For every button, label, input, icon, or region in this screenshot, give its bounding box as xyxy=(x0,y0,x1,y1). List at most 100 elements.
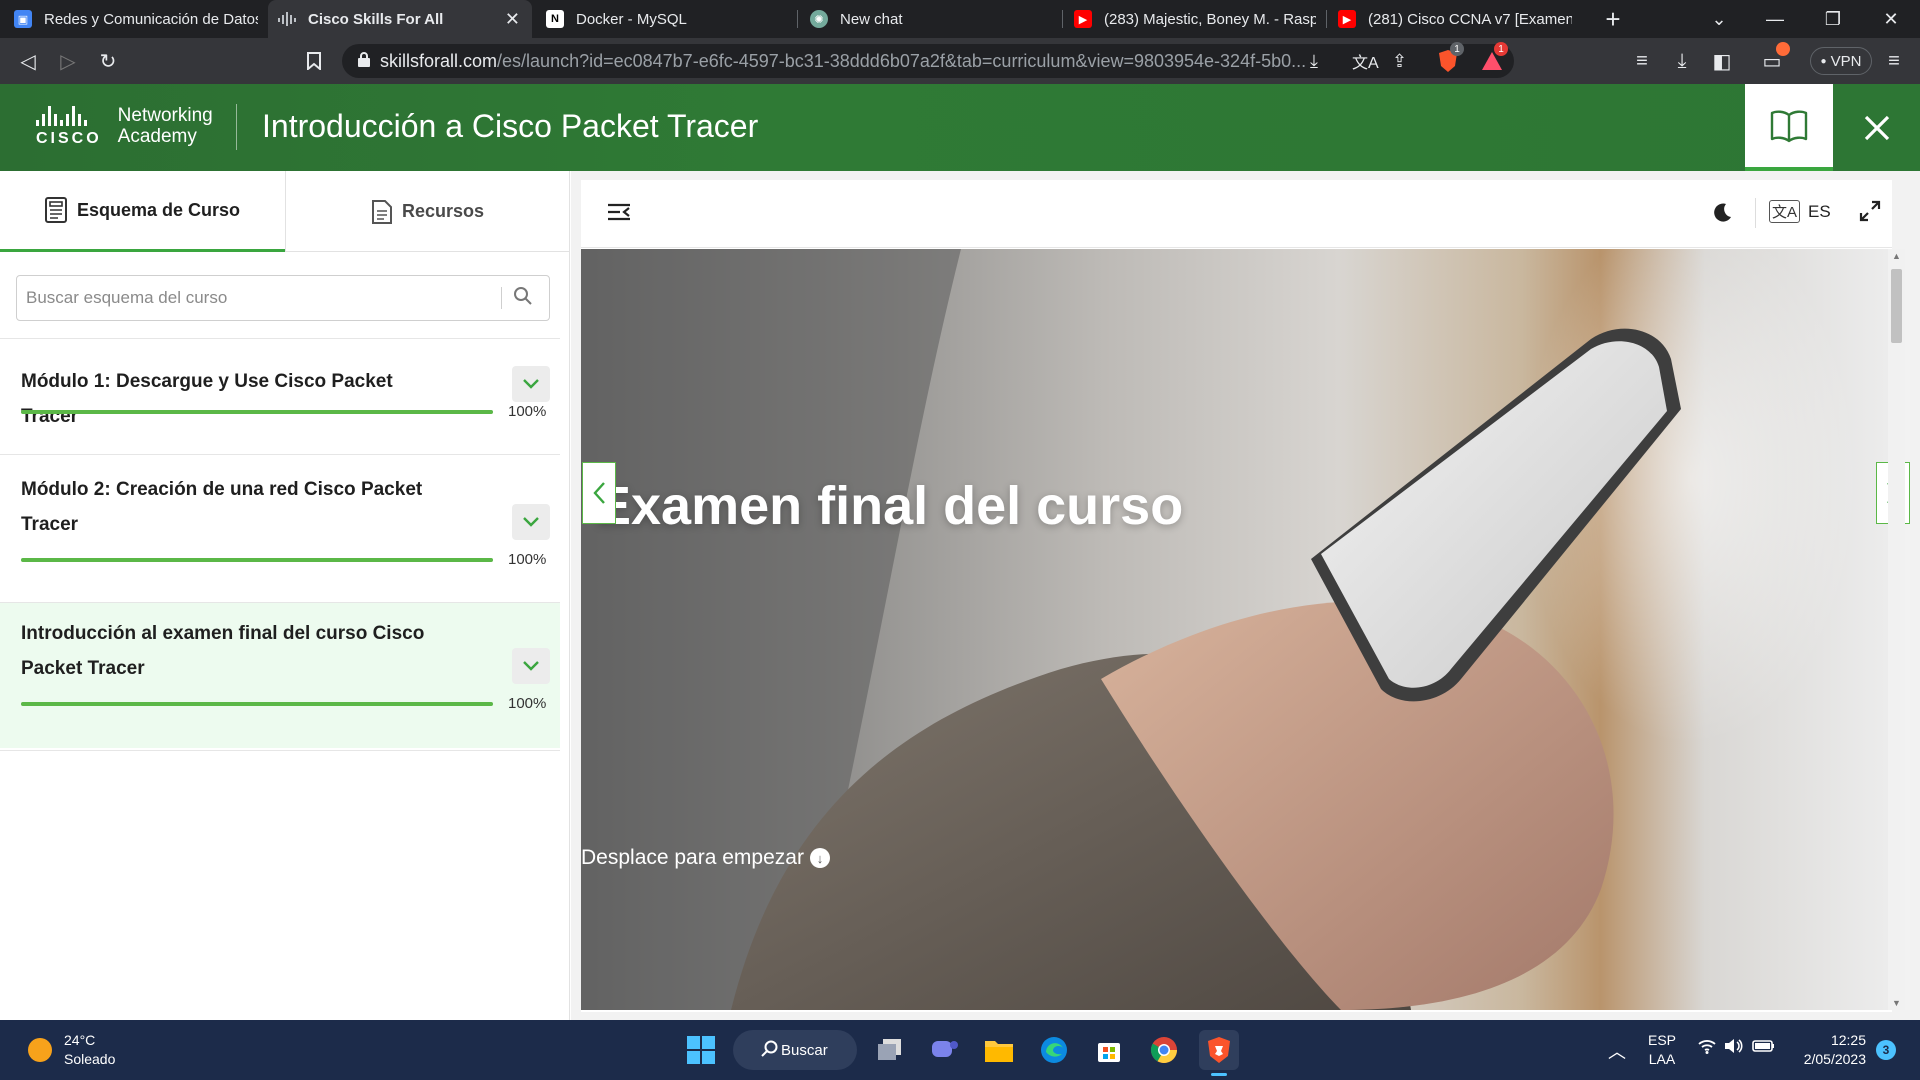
previous-page-button[interactable] xyxy=(582,462,616,524)
chrome-browser-icon[interactable] xyxy=(1144,1030,1184,1070)
search-icon[interactable] xyxy=(513,286,533,311)
browser-tab[interactable]: N Docker - MySQL xyxy=(536,0,794,38)
outline-search xyxy=(16,275,550,321)
weather-widget[interactable]: 24°C Soleado xyxy=(64,1031,115,1069)
search-divider xyxy=(501,287,502,309)
expand-module-button[interactable] xyxy=(512,648,550,684)
content-scrollbar[interactable]: ▲ ▼ xyxy=(1888,249,1905,1010)
battery-charging-icon[interactable] xyxy=(1752,1038,1776,1059)
scrollbar-thumb[interactable] xyxy=(1891,269,1902,343)
shield-count-badge: 1 xyxy=(1450,42,1464,56)
browser-tab[interactable]: ▶ (283) Majestic, Boney M. - Rasputin xyxy=(1064,0,1326,38)
expand-module-button[interactable] xyxy=(512,504,550,540)
module-title: Módulo 1: Descargue y Use Cisco Packet T… xyxy=(21,371,393,427)
back-icon[interactable]: ◁ xyxy=(12,38,44,84)
vpn-button[interactable]: ● VPN xyxy=(1810,47,1872,75)
media-queue-icon[interactable]: ≡ xyxy=(1626,38,1658,84)
tab-resources[interactable]: Recursos xyxy=(285,171,570,252)
downloads-icon[interactable]: ⤓ xyxy=(1666,38,1698,84)
networking-academy-text: Networking Academy xyxy=(118,105,213,147)
brave-shield-icon[interactable]: 1 xyxy=(1432,38,1464,84)
module-progress-fill xyxy=(21,558,493,562)
expand-fullscreen-icon[interactable] xyxy=(1859,200,1881,227)
scroll-to-start-hint[interactable]: Desplace para empezar ↓ xyxy=(581,846,830,870)
forward-icon[interactable]: ▷ xyxy=(52,38,84,84)
input-language-indicator[interactable]: ESP LAA xyxy=(1648,1031,1676,1069)
address-bar[interactable]: skillsforall.com /es/launch?id=ec0847b7-… xyxy=(342,44,1514,78)
scroll-up-arrow-icon[interactable]: ▲ xyxy=(1892,251,1901,261)
sun-weather-icon[interactable] xyxy=(28,1038,52,1062)
course-title: Introducción a Cisco Packet Tracer xyxy=(262,108,759,144)
browser-tab[interactable]: ▣ Redes y Comunicación de Datos xyxy=(4,0,268,38)
collapse-sidebar-icon[interactable] xyxy=(607,202,631,227)
new-tab-button[interactable]: + xyxy=(1588,0,1638,38)
minimize-button[interactable]: — xyxy=(1750,0,1800,38)
module-item-current[interactable]: Introducción al examen final del curso C… xyxy=(0,602,560,748)
module-progress-bar xyxy=(21,702,493,706)
close-icon xyxy=(1864,115,1890,140)
reload-icon[interactable]: ↻ xyxy=(92,38,124,84)
file-explorer-icon[interactable] xyxy=(979,1030,1019,1070)
chevron-left-icon xyxy=(593,482,605,504)
youtube-icon: ▶ xyxy=(1074,10,1092,28)
arrow-down-circle-icon: ↓ xyxy=(809,848,830,868)
scroll-down-arrow-icon[interactable]: ▼ xyxy=(1892,998,1901,1008)
module-title: Módulo 2: Creación de una red Cisco Pack… xyxy=(21,479,423,535)
wifi-icon[interactable] xyxy=(1697,1038,1717,1059)
notification-count-badge[interactable]: 3 xyxy=(1876,1040,1896,1060)
browser-tab-active[interactable]: Cisco Skills For All ✕ xyxy=(268,0,532,38)
show-hidden-icons-chevron-icon[interactable]: ︿ xyxy=(1608,1038,1626,1064)
tab-search-chevron-icon[interactable]: ⌄ xyxy=(1694,0,1744,38)
share-icon[interactable]: ⇪ xyxy=(1392,51,1407,72)
content-panel: 文A ES Examen final del curso Desplace pa… xyxy=(581,180,1910,1012)
browser-tab[interactable]: ▶ (281) Cisco CCNA v7 [Examen Práctico] xyxy=(1328,0,1582,38)
tab-separator xyxy=(797,10,798,28)
sidebar-toggle-icon[interactable]: ◧ xyxy=(1706,38,1738,84)
chatgpt-icon: ✺ xyxy=(810,10,828,28)
translate-icon[interactable]: 文A xyxy=(1352,49,1379,73)
expand-module-button[interactable] xyxy=(512,366,550,402)
translate-icon: 文A xyxy=(1769,200,1801,223)
resources-document-icon xyxy=(371,199,392,224)
tab-label: Cisco Skills For All xyxy=(308,10,444,28)
outline-search-input[interactable] xyxy=(17,278,497,318)
menu-icon[interactable]: ≡ xyxy=(1878,38,1910,84)
brave-rewards-icon[interactable]: 1 xyxy=(1476,38,1508,84)
tab-course-outline[interactable]: Esquema de Curso xyxy=(0,171,285,252)
hero-title: Examen final del curso xyxy=(595,476,1184,536)
networking-label: Networking xyxy=(117,105,213,126)
dark-mode-moon-icon[interactable] xyxy=(1711,202,1733,229)
windows-start-icon[interactable] xyxy=(681,1030,721,1070)
volume-icon[interactable] xyxy=(1724,1038,1744,1059)
module-item[interactable]: Módulo 2: Creación de una red Cisco Pack… xyxy=(0,454,560,600)
cisco-logo: CISCO xyxy=(36,104,102,148)
course-outline-book-button[interactable] xyxy=(1745,84,1833,171)
close-tab-icon[interactable]: ✕ xyxy=(505,9,520,30)
browser-tab[interactable]: ✺ New chat xyxy=(800,0,1060,38)
install-app-icon[interactable]: ⤓ xyxy=(1310,51,1318,72)
cisco-bars-icon xyxy=(36,104,102,126)
module-progress-bar xyxy=(21,410,493,414)
close-course-button[interactable] xyxy=(1834,84,1920,171)
task-view-icon[interactable] xyxy=(870,1030,910,1070)
wallet-icon[interactable]: ▭ xyxy=(1756,38,1790,84)
module-item[interactable]: Módulo 1: Descargue y Use Cisco Packet T… xyxy=(0,338,560,452)
brave-browser-icon[interactable] xyxy=(1199,1030,1239,1076)
chevron-down-icon xyxy=(523,517,539,527)
clock[interactable]: 12:25 2/05/2023 xyxy=(1792,1031,1866,1069)
language-selector[interactable]: 文A ES xyxy=(1769,200,1831,223)
restore-button[interactable]: ❐ xyxy=(1808,0,1858,38)
open-book-icon xyxy=(1770,109,1808,142)
vpn-dot-icon: ● xyxy=(1820,55,1827,67)
taskbar-search[interactable]: Buscar xyxy=(733,1030,857,1070)
search-icon xyxy=(761,1040,779,1062)
teams-chat-icon[interactable] xyxy=(924,1030,964,1070)
youtube-icon: ▶ xyxy=(1338,10,1356,28)
tab-label: New chat xyxy=(840,10,903,28)
bookmark-icon[interactable] xyxy=(298,38,330,84)
microsoft-store-icon[interactable] xyxy=(1089,1030,1129,1070)
window-close-button[interactable]: ✕ xyxy=(1866,0,1916,38)
edge-browser-icon[interactable] xyxy=(1034,1030,1074,1070)
cisco-networking-academy-logo[interactable]: CISCO Networking Academy xyxy=(36,104,213,148)
tab-resources-label: Recursos xyxy=(401,201,485,221)
